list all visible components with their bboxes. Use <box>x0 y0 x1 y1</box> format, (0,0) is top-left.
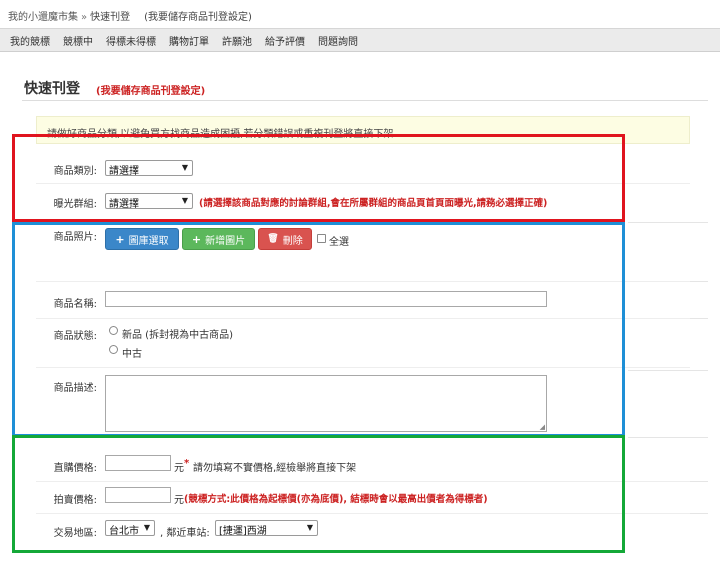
nav-item-won-lost[interactable]: 得標未得標 <box>106 33 156 48</box>
nav-item-orders[interactable]: 購物訂單 <box>169 33 209 48</box>
row-divider <box>628 370 708 371</box>
highlight-box-red <box>12 134 625 222</box>
nav-item-wishlist[interactable]: 許願池 <box>222 33 252 48</box>
save-settings-link[interactable]: (我要儲存商品刊登設定) <box>96 82 205 97</box>
title-divider <box>22 100 708 101</box>
nav-item-my-bids[interactable]: 我的競標 <box>10 33 50 48</box>
row-divider <box>628 437 708 438</box>
breadcrumb: 我的小還魔市集» 快速刊登 (我要儲存商品刊登設定) <box>0 0 720 28</box>
highlight-box-green <box>12 435 625 553</box>
breadcrumb-current: 快速刊登 <box>90 12 131 23</box>
breadcrumb-home-link[interactable]: 我的小還魔市集 <box>8 12 78 23</box>
nav-item-questions[interactable]: 問題詢問 <box>318 33 358 48</box>
page-title: 快速刊登 <box>24 81 80 97</box>
breadcrumb-sub: (我要儲存商品刊登設定) <box>144 12 252 23</box>
main-nav: 我的競標 競標中 得標未得標 購物訂單 許願池 給予評價 問題詢問 <box>0 28 720 52</box>
breadcrumb-separator: » <box>81 12 88 23</box>
highlight-box-blue <box>12 222 625 437</box>
nav-item-feedback[interactable]: 給予評價 <box>265 33 305 48</box>
row-divider <box>628 222 708 223</box>
nav-item-bidding[interactable]: 競標中 <box>63 33 93 48</box>
